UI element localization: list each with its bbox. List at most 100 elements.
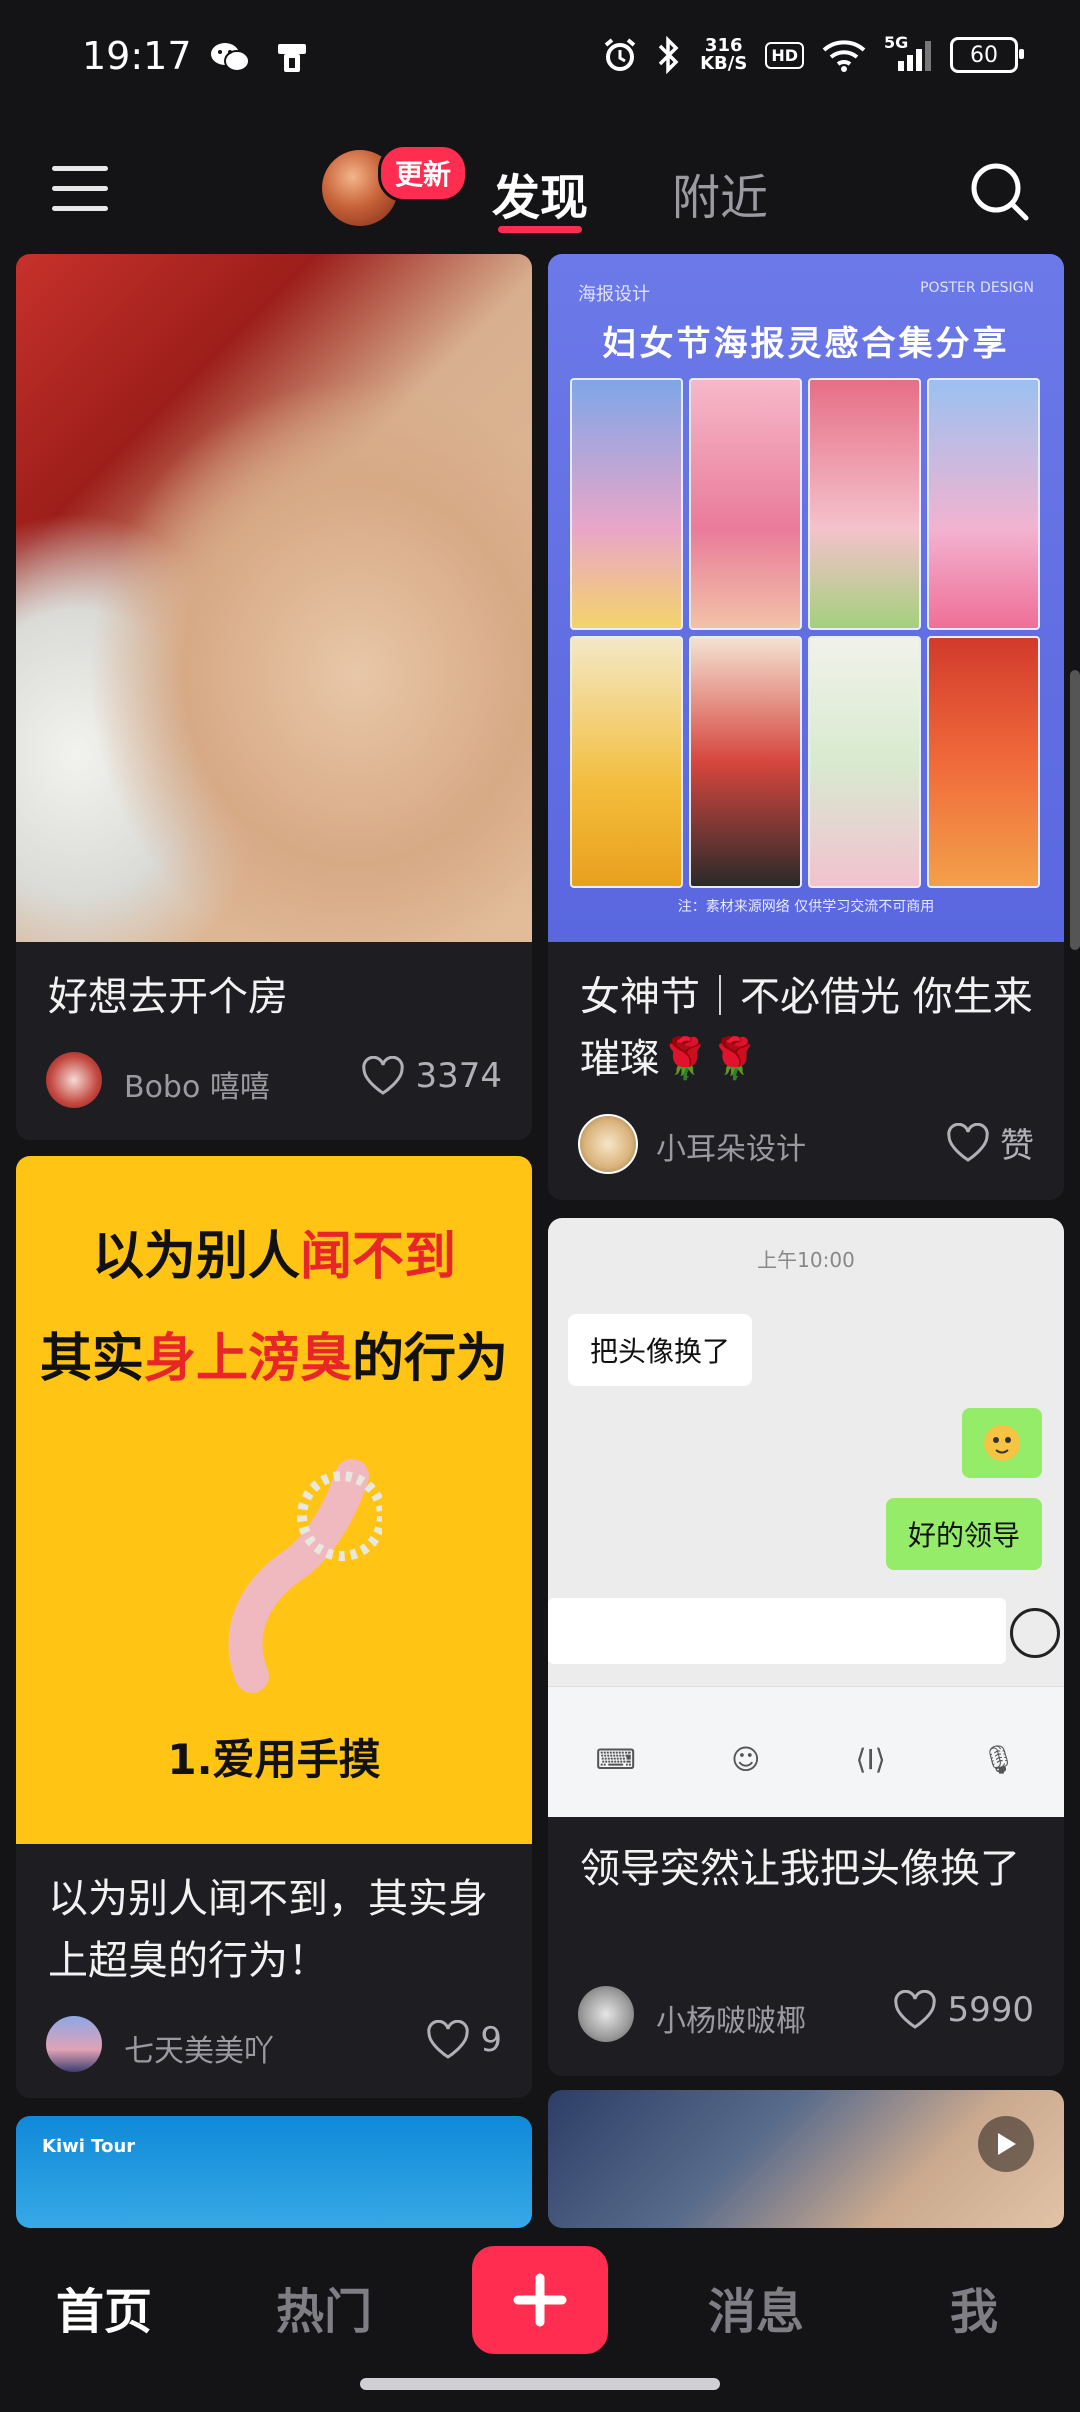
- poster-footnote: 注：素材来源网络 仅供学习交流不可商用: [677, 899, 935, 915]
- device-icon: [278, 44, 306, 72]
- poster-thumbnail: [570, 636, 683, 888]
- feed-card[interactable]: 好想去开个房 Bobo 嘻嘻 3374: [16, 254, 532, 1140]
- status-bar: 19:17 316 KB/S HD 5G 60: [0, 0, 1080, 120]
- author-avatar[interactable]: [578, 1114, 638, 1174]
- emoji-panel-icon: ☺: [731, 1743, 761, 1776]
- poster-tag-right: POSTER DESIGN: [920, 280, 1034, 296]
- scrollbar[interactable]: [1070, 670, 1080, 950]
- network-speed: 316 KB/S: [700, 37, 747, 73]
- author-avatar[interactable]: [46, 2016, 102, 2072]
- signal-indicator: 5G: [884, 33, 932, 73]
- tab-nearby[interactable]: 附近: [672, 158, 768, 228]
- poster-tag: 海报设计: [578, 284, 650, 305]
- tab-messages[interactable]: 消息: [708, 2272, 804, 2342]
- bluetooth-icon: [658, 36, 679, 74]
- author-avatar[interactable]: [46, 1052, 102, 1108]
- keyboard-icon: ⌨: [595, 1743, 636, 1776]
- author-name[interactable]: 七天美美吖: [124, 2026, 274, 2070]
- status-time: 19:17: [82, 34, 192, 78]
- like-count: 5990: [947, 1990, 1034, 2030]
- post-image[interactable]: [16, 254, 532, 942]
- tab-discover[interactable]: 发现: [492, 158, 588, 228]
- post-image[interactable]: 以为别人闻不到 其实身上滂臭的行为 1.爱用手摸: [16, 1156, 532, 1844]
- like-count: 3374: [415, 1056, 502, 1096]
- author-avatar[interactable]: [578, 1986, 634, 2042]
- chat-input-field: [548, 1598, 1006, 1664]
- post-title[interactable]: 以为别人闻不到，其实身上超臭的行为！: [48, 1868, 508, 1992]
- chat-bubble-sent: 好的领导: [885, 1498, 1042, 1570]
- active-tab-indicator: [498, 226, 582, 233]
- post-image[interactable]: 上午10:00 把头像换了 好的领导 ⌨ ☺ ⟨I⟩ 🎙: [548, 1218, 1064, 1817]
- chat-bubble-sent-emoji: [962, 1408, 1042, 1478]
- create-post-button[interactable]: [472, 2246, 608, 2354]
- image-text-line1: 以为别人闻不到: [16, 1214, 532, 1289]
- like-button[interactable]: 3374: [361, 1056, 502, 1096]
- keyboard-toolbar: ⌨ ☺ ⟨I⟩ 🎙: [548, 1686, 1064, 1817]
- tab-me[interactable]: 我: [950, 2272, 998, 2342]
- image-text: 的行为: [352, 1329, 509, 1389]
- chat-timestamp: 上午10:00: [757, 1248, 855, 1272]
- chat-bubble-received: 把头像换了: [568, 1314, 753, 1386]
- author-name[interactable]: Bobo 嘻嘻: [124, 1062, 270, 1106]
- heart-icon: [427, 2020, 470, 2059]
- home-indicator[interactable]: [360, 2378, 720, 2390]
- bottom-tab-bar: 首页 热门 消息 我: [0, 2228, 1080, 2412]
- heart-icon: [894, 1990, 937, 2029]
- like-button[interactable]: 赞: [946, 1118, 1034, 1167]
- play-button[interactable]: [978, 2116, 1034, 2172]
- like-count: 赞: [1000, 1126, 1034, 1166]
- feed-card[interactable]: 上午10:00 把头像换了 好的领导 ⌨ ☺ ⟨I⟩ 🎙 领导突然让我把头像换了…: [548, 1218, 1064, 2076]
- like-button[interactable]: 9: [426, 2020, 502, 2060]
- microphone-icon: 🎙: [980, 1743, 1017, 1776]
- poster-thumbnail: [927, 636, 1040, 888]
- feed-card[interactable]: 海报设计 POSTER DESIGN 妇女节海报灵感合集分享 注：素材来源网络 …: [548, 254, 1064, 1200]
- wifi-icon: [822, 40, 866, 72]
- menu-icon[interactable]: [52, 166, 108, 212]
- cursor-icon: ⟨I⟩: [855, 1743, 886, 1776]
- alarm-icon: [604, 38, 636, 71]
- image-text-highlight: 身上滂臭: [143, 1329, 352, 1389]
- image-text: 其实: [39, 1329, 144, 1389]
- poster-grid: [570, 378, 1050, 888]
- signal-icon: [898, 41, 931, 71]
- like-button[interactable]: 5990: [893, 1990, 1034, 2030]
- feed-card[interactable]: 以为别人闻不到 其实身上滂臭的行为 1.爱用手摸 以为别人闻不到，其实身上超臭的…: [16, 1156, 532, 2098]
- image-text-highlight: 闻不到: [300, 1227, 457, 1287]
- feed-card[interactable]: Kiwi Tour: [16, 2116, 532, 2228]
- poster-thumbnail: [808, 378, 921, 630]
- image-text-line2: 其实身上滂臭的行为: [16, 1316, 532, 1391]
- heart-icon: [947, 1122, 989, 1162]
- post-title[interactable]: 女神节｜不必借光 你生来璀璨🌹🌹: [580, 966, 1040, 1090]
- post-image[interactable]: 海报设计 POSTER DESIGN 妇女节海报灵感合集分享 注：素材来源网络 …: [548, 254, 1064, 942]
- play-icon: [998, 2133, 1016, 2155]
- post-title[interactable]: 领导突然让我把头像换了: [580, 1838, 1040, 1900]
- emoji-icon: [984, 1425, 1020, 1461]
- tab-home[interactable]: 首页: [56, 2272, 152, 2342]
- poster-title: 妇女节海报灵感合集分享: [602, 324, 1010, 364]
- image-text: 以为别人: [91, 1227, 300, 1287]
- author-name[interactable]: 小耳朵设计: [656, 1124, 806, 1168]
- author-name[interactable]: 小杨啵啵椰: [656, 1996, 806, 2040]
- plus-icon: [513, 2273, 567, 2327]
- image-caption: 1.爱用手摸: [167, 1735, 381, 1784]
- tab-hot[interactable]: 热门: [276, 2272, 372, 2342]
- post-title[interactable]: 好想去开个房: [48, 966, 288, 1028]
- poster-thumbnail: [808, 636, 921, 888]
- update-badge[interactable]: 更新: [378, 144, 469, 202]
- poster-thumbnail: [689, 378, 802, 630]
- smiley-icon: [1010, 1608, 1060, 1658]
- status-right-icons: 316 KB/S HD 5G 60: [602, 33, 1024, 74]
- search-icon[interactable]: [968, 160, 1030, 222]
- wechat-icon: [211, 43, 250, 72]
- like-count: 9: [480, 2020, 502, 2060]
- poster-thumbnail: [570, 378, 683, 630]
- speed-unit: KB/S: [700, 53, 748, 74]
- battery-indicator: 60: [950, 37, 1024, 73]
- keyboard-icons: ⌨ ☺ ⟨I⟩ 🎙: [548, 1743, 1064, 1776]
- poster-thumbnail: [689, 636, 802, 888]
- notification-icons: [210, 40, 312, 76]
- feed-card[interactable]: [548, 2090, 1064, 2228]
- poster-thumbnail: [927, 378, 1040, 630]
- hand-illustration: [228, 1459, 382, 1693]
- hd-badge: HD: [765, 41, 804, 69]
